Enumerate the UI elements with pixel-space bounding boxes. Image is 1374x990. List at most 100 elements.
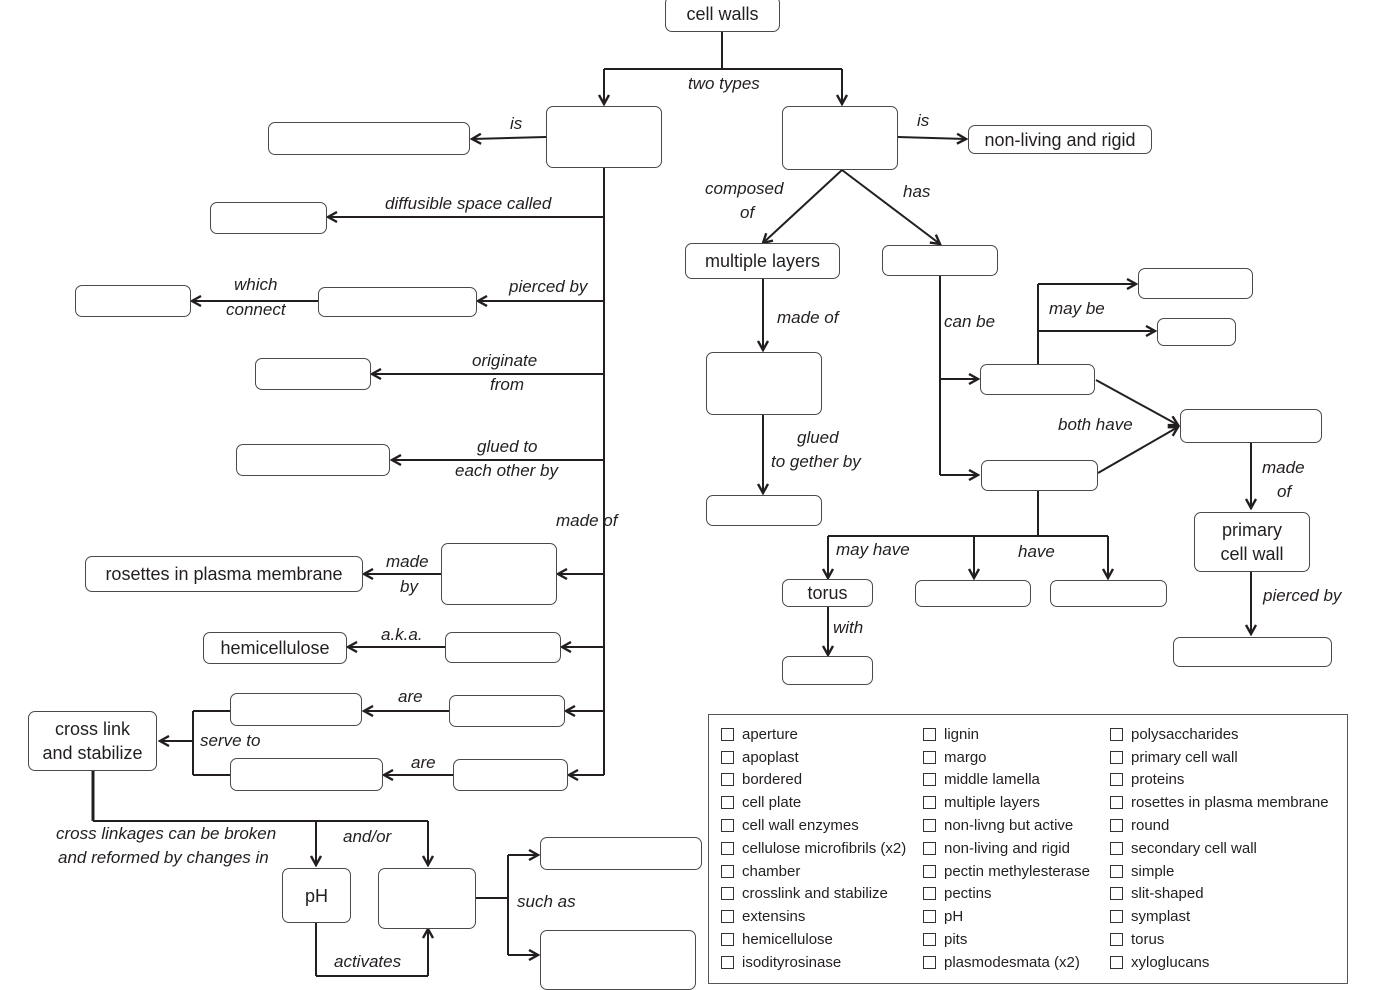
blank-node-torus-with[interactable] (782, 656, 873, 685)
checkbox[interactable] (923, 864, 936, 878)
blank-node-left-type[interactable] (546, 106, 662, 168)
word-bank-item[interactable]: round (1110, 814, 1329, 837)
checkbox[interactable] (721, 841, 734, 855)
blank-node-left-is[interactable] (268, 122, 470, 155)
word-bank-item[interactable]: margo (923, 746, 1090, 769)
blank-node-diffusible-space[interactable] (210, 202, 327, 234)
checkbox[interactable] (721, 910, 734, 924)
blank-node-aka[interactable] (445, 632, 561, 663)
word-bank-item[interactable]: symplast (1110, 905, 1329, 928)
checkbox[interactable] (1110, 933, 1123, 947)
checkbox[interactable] (721, 773, 734, 787)
word-bank-item[interactable]: lignin (923, 723, 1090, 746)
checkbox[interactable] (923, 773, 936, 787)
blank-node-such-as-1[interactable] (540, 837, 702, 870)
blank-node-can-be-2[interactable] (981, 460, 1098, 491)
blank-node-have-1[interactable] (915, 580, 1031, 607)
word-bank-item[interactable]: slit-shaped (1110, 883, 1329, 906)
checkbox[interactable] (1110, 819, 1123, 833)
checkbox[interactable] (1110, 796, 1123, 810)
word-bank-item[interactable]: torus (1110, 928, 1329, 951)
word-bank-item[interactable]: chamber (721, 860, 906, 883)
word-bank-item[interactable]: cellulose microfibrils (x2) (721, 837, 906, 860)
word-bank-item[interactable]: bordered (721, 769, 906, 792)
checkbox[interactable] (1110, 773, 1123, 787)
word-bank-item[interactable]: crosslink and stabilize (721, 883, 906, 906)
word-bank-item[interactable]: simple (1110, 860, 1329, 883)
checkbox[interactable] (721, 819, 734, 833)
checkbox[interactable] (721, 955, 734, 969)
word-bank-item[interactable]: polysaccharides (1110, 723, 1329, 746)
blank-node-glued-together-by[interactable] (706, 495, 822, 526)
checkbox[interactable] (1110, 910, 1123, 924)
blank-node-can-be-1[interactable] (980, 364, 1095, 395)
word-bank-item[interactable]: pits (923, 928, 1090, 951)
word-bank-item[interactable]: isodityrosinase (721, 951, 906, 974)
checkbox[interactable] (923, 933, 936, 947)
word-bank-item[interactable]: pectin methylesterase (923, 860, 1090, 883)
blank-node-originate-from[interactable] (255, 358, 371, 390)
word-bank-item[interactable]: rosettes in plasma membrane (1110, 791, 1329, 814)
link-label-made: made (386, 552, 429, 571)
word-bank-item[interactable]: proteins (1110, 769, 1329, 792)
word-bank-item[interactable]: xyloglucans (1110, 951, 1329, 974)
blank-node-has[interactable] (882, 245, 998, 276)
word-bank-term: secondary cell wall (1131, 839, 1257, 857)
word-bank-item[interactable]: multiple layers (923, 791, 1090, 814)
word-bank-item[interactable]: plasmodesmata (x2) (923, 951, 1090, 974)
checkbox[interactable] (923, 796, 936, 810)
word-bank-item[interactable]: secondary cell wall (1110, 837, 1329, 860)
blank-node-enzymes[interactable] (378, 868, 476, 929)
checkbox[interactable] (923, 955, 936, 969)
blank-node-are-2-source[interactable] (453, 759, 568, 791)
checkbox[interactable] (1110, 750, 1123, 764)
checkbox[interactable] (923, 887, 936, 901)
checkbox[interactable] (721, 727, 734, 741)
blank-node-are-2-target[interactable] (230, 758, 383, 791)
checkbox[interactable] (721, 750, 734, 764)
checkbox[interactable] (923, 819, 936, 833)
blank-node-pierced-by-right[interactable] (1173, 637, 1332, 667)
word-bank-item[interactable]: middle lamella (923, 769, 1090, 792)
word-bank-item[interactable]: pH (923, 905, 1090, 928)
word-bank-column-2: lignin margo middle lamella multiple layers… (923, 723, 1090, 974)
checkbox[interactable] (1110, 955, 1123, 969)
blank-node-made-of-left[interactable] (441, 543, 557, 605)
word-bank-item[interactable]: hemicellulose (721, 928, 906, 951)
word-bank-item[interactable]: non-living and rigid (923, 837, 1090, 860)
checkbox[interactable] (923, 910, 936, 924)
word-bank-item[interactable]: extensins (721, 905, 906, 928)
link-label-are-2: are (411, 753, 436, 772)
blank-node-such-as-2[interactable] (540, 930, 696, 990)
word-bank-term: extensins (742, 908, 806, 926)
word-bank-item[interactable]: primary cell wall (1110, 746, 1329, 769)
checkbox[interactable] (721, 796, 734, 810)
blank-node-layers-made-of[interactable] (706, 352, 822, 415)
blank-node-may-be-1[interactable] (1138, 268, 1253, 299)
word-bank-item[interactable]: cell plate (721, 791, 906, 814)
checkbox[interactable] (1110, 841, 1123, 855)
checkbox[interactable] (1110, 727, 1123, 741)
checkbox[interactable] (1110, 864, 1123, 878)
word-bank-item[interactable]: cell wall enzymes (721, 814, 906, 837)
blank-node-glued-to[interactable] (236, 444, 390, 476)
checkbox[interactable] (721, 933, 734, 947)
blank-node-may-be-2[interactable] (1157, 318, 1236, 346)
blank-node-are-1-source[interactable] (449, 695, 565, 727)
blank-node-right-type[interactable] (782, 106, 898, 170)
word-bank-item[interactable]: non-livng but active (923, 814, 1090, 837)
checkbox[interactable] (721, 864, 734, 878)
blank-node-which-connect[interactable] (75, 285, 191, 317)
word-bank-item[interactable]: aperture (721, 723, 906, 746)
checkbox[interactable] (1110, 887, 1123, 901)
checkbox[interactable] (923, 841, 936, 855)
blank-node-have-2[interactable] (1050, 580, 1167, 607)
word-bank-item[interactable]: pectins (923, 883, 1090, 906)
checkbox[interactable] (923, 727, 936, 741)
word-bank-item[interactable]: apoplast (721, 746, 906, 769)
blank-node-both-have[interactable] (1180, 409, 1322, 443)
blank-node-are-1-target[interactable] (230, 693, 362, 726)
blank-node-pierced-by[interactable] (318, 287, 477, 317)
checkbox[interactable] (721, 887, 734, 901)
checkbox[interactable] (923, 750, 936, 764)
